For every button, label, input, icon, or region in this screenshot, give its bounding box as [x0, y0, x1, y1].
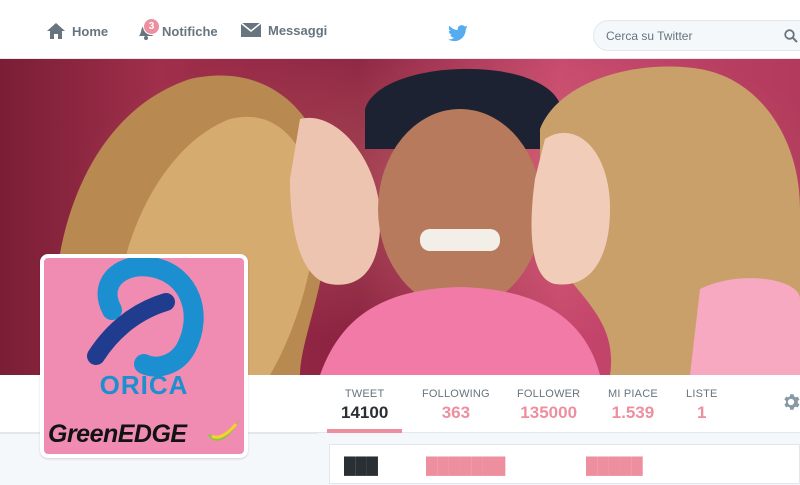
stat-lists[interactable]: LISTE 1 [686, 388, 718, 423]
stat-lists-value: 1 [697, 403, 707, 422]
nav-notifications-label: Notifiche [162, 23, 218, 39]
nav-home[interactable]: Home [46, 22, 108, 40]
search-box[interactable] [593, 20, 800, 51]
top-navigation-bar: Home 3 Notifiche Messaggi [0, 0, 800, 59]
stat-followers[interactable]: FOLLOWER 135000 [517, 388, 580, 423]
timeline-tab-3[interactable]: █████ [586, 458, 643, 476]
gear-icon[interactable] [782, 393, 800, 411]
avatar-text-orica: ORICA [99, 370, 189, 400]
greenedge-swoosh-icon [208, 418, 240, 441]
stat-tweets-label: TWEET [344, 388, 385, 400]
stat-tweets[interactable]: TWEET 14100 [326, 388, 403, 433]
home-icon [47, 23, 65, 39]
timeline-tab-2[interactable]: ███████ [426, 458, 505, 476]
stat-following-label: FOLLOWING [422, 388, 490, 400]
stat-tweets-value: 14100 [341, 403, 389, 422]
timeline-tabs: ███ ███████ █████ [329, 444, 800, 484]
stat-following-value: 363 [441, 403, 471, 422]
avatar-text-greenedge: GreenEDGE [48, 420, 187, 448]
nav-messages-label: Messaggi [268, 22, 328, 38]
notifications-badge: 3 [143, 18, 160, 35]
notifications-icon-wrap: 3 [136, 18, 160, 40]
stat-following[interactable]: FOLLOWING 363 [422, 388, 490, 423]
search-input[interactable] [594, 21, 776, 50]
stat-likes-label: MI PIACE [608, 388, 658, 400]
nav-home-label: Home [72, 23, 109, 39]
envelope-icon [240, 22, 262, 37]
stat-lists-label: LISTE [686, 388, 718, 400]
stat-likes[interactable]: MI PIACE 1.539 [608, 388, 658, 423]
nav-messages[interactable]: Messaggi [240, 22, 327, 38]
twitter-bird-icon[interactable] [447, 25, 469, 43]
nav-notifications[interactable]: 3 Notifiche [136, 18, 218, 40]
search-icon[interactable] [784, 29, 798, 43]
stat-followers-label: FOLLOWER [517, 388, 581, 400]
stat-likes-value: 1.539 [611, 403, 655, 422]
profile-avatar[interactable]: ORICA GreenEDGE [40, 254, 248, 458]
orica-logo-icon [87, 258, 204, 377]
timeline-tab-active[interactable]: ███ [344, 458, 378, 476]
stat-followers-value: 135000 [520, 403, 578, 422]
